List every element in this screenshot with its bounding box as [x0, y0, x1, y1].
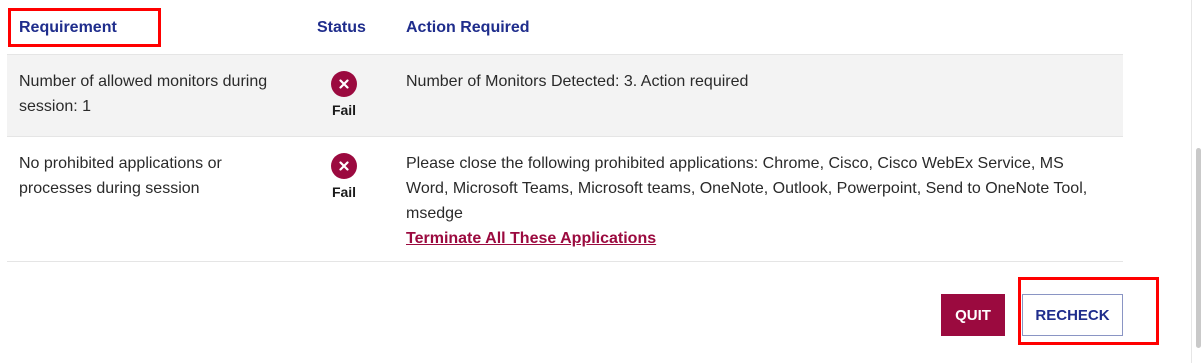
action-message: Please close the following prohibited ap… — [406, 155, 1088, 222]
status-label: Fail — [331, 102, 357, 118]
scrollbar[interactable] — [1191, 0, 1203, 363]
action-message: Number of Monitors Detected: 3. Action r… — [406, 73, 749, 90]
fail-x-icon — [331, 71, 357, 97]
recheck-button[interactable]: RECHECK — [1022, 294, 1123, 336]
column-header-status: Status — [317, 19, 366, 36]
column-header-requirement: Requirement — [19, 19, 117, 36]
requirement-text: No prohibited applications or processes … — [19, 155, 222, 197]
fail-x-icon — [331, 153, 357, 179]
system-check-page: Requirement Status Action Required Numbe… — [0, 0, 1203, 363]
table-header: Requirement Status Action Required — [7, 0, 1123, 55]
requirements-table: Requirement Status Action Required Numbe… — [7, 0, 1123, 262]
requirement-text: Number of allowed monitors during sessio… — [19, 73, 268, 115]
table-row: No prohibited applications or processes … — [7, 137, 1123, 262]
action-text: Please close the following prohibited ap… — [406, 151, 1106, 251]
status-label: Fail — [331, 184, 357, 200]
scrollbar-thumb[interactable] — [1196, 148, 1201, 348]
terminate-all-applications-link[interactable]: Terminate All These Applications — [406, 226, 656, 251]
quit-button[interactable]: QUIT — [941, 294, 1005, 336]
action-text: Number of Monitors Detected: 3. Action r… — [406, 69, 1106, 94]
status-cell: Fail — [325, 153, 363, 200]
column-header-action-required: Action Required — [406, 19, 530, 36]
table-row: Number of allowed monitors during sessio… — [7, 55, 1123, 137]
status-cell: Fail — [325, 71, 363, 118]
